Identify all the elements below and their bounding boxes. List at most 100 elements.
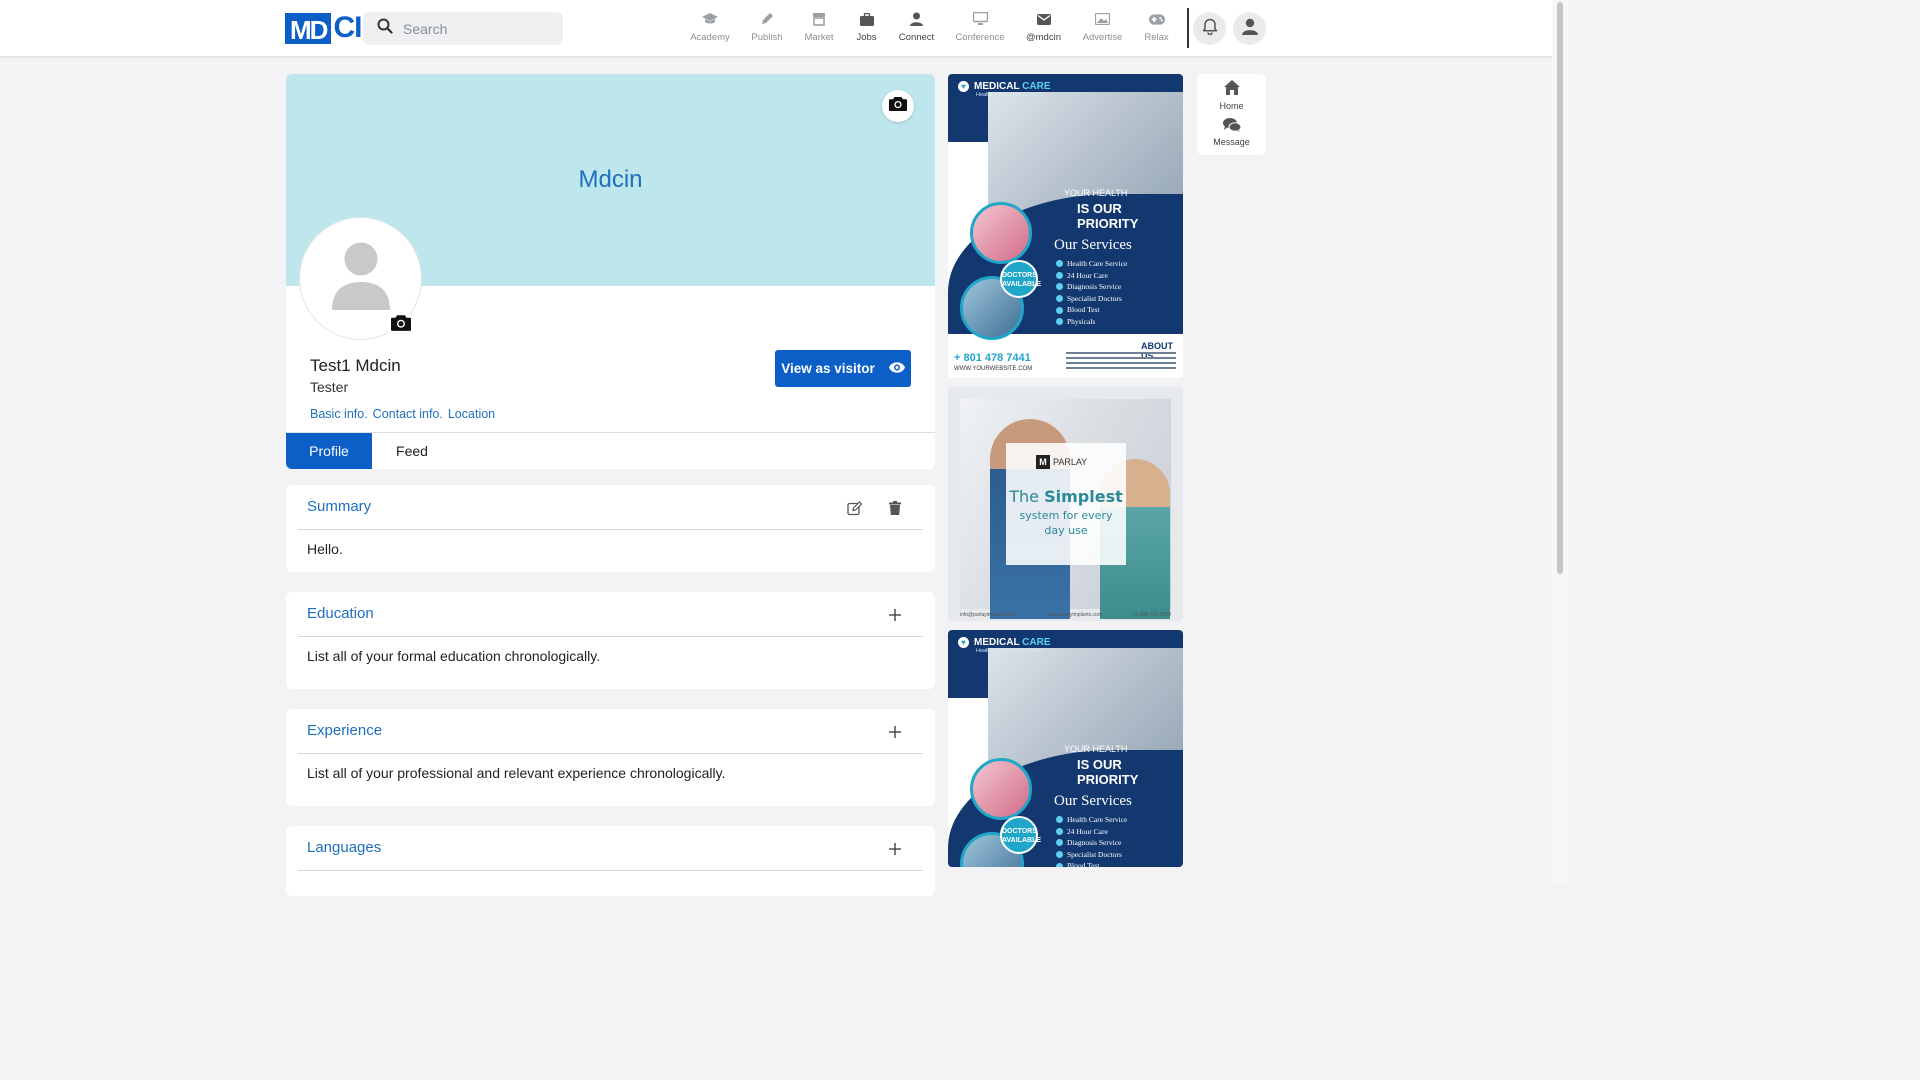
search-icon [377, 18, 393, 39]
profile-name: Test1 Mdcin [310, 356, 401, 375]
briefcase-icon [859, 11, 875, 27]
main-nav: Academy Publish Market Jobs Connect Conf… [680, 11, 1179, 47]
ad-headline: The Simplest [1009, 487, 1123, 506]
check-icon [1056, 306, 1063, 314]
change-cover-button[interactable] [882, 90, 914, 122]
ad-services-title: Our Services [1054, 237, 1132, 253]
ad-subheadline: system for every day use [1019, 509, 1113, 537]
education-text: List all of your formal education chrono… [307, 648, 601, 664]
nav-label: Advertise [1082, 32, 1123, 43]
home-label: Home [1219, 101, 1244, 111]
profile-role: Tester [310, 379, 349, 395]
view-as-visitor-button[interactable]: View as visitor [775, 350, 911, 387]
ad-brand-2: CARE [1022, 81, 1051, 92]
nav-relax[interactable]: Relax [1134, 11, 1179, 47]
gamepad-icon [1148, 11, 1165, 27]
tab-profile[interactable]: Profile [286, 433, 372, 469]
list-item: Diagnosis Service [1056, 281, 1127, 293]
nav-label: Jobs [856, 32, 877, 43]
languages-section: Languages [286, 826, 935, 896]
default-user-icon [331, 242, 390, 315]
list-item: Specialist Doctors [1056, 849, 1127, 861]
profile-header-card: Mdcin Test1 Mdcin Tester Basic info. Con… [286, 74, 935, 469]
nav-label: Market [804, 32, 834, 43]
list-item: Physicals [1056, 316, 1127, 328]
image-icon [1095, 11, 1111, 27]
pencil-icon [759, 11, 775, 27]
education-header: Education [298, 592, 923, 637]
contact-info-link[interactable]: Contact info. [373, 407, 443, 421]
home-icon [1223, 80, 1240, 97]
parlay-dental-ad[interactable]: M PARLAY The Simplest system for every day… [948, 387, 1183, 621]
nav-market[interactable]: Market [794, 11, 844, 47]
ad-fine-print [1066, 352, 1176, 372]
nav-conference[interactable]: Conference [944, 11, 1016, 47]
doctors-available-badge: DOCTORS AVAILABLE [1000, 816, 1041, 854]
monitor-icon [972, 11, 988, 27]
heart-icon: ♥ [958, 81, 969, 92]
user-avatar-icon [1241, 18, 1258, 40]
nav-label: Connect [898, 32, 935, 43]
ad-footer: info@parlayimplants.com www.parlayimplant… [960, 612, 1171, 618]
nav-mdcin-mail[interactable]: @mdcin [1016, 11, 1071, 47]
nav-connect[interactable]: Connect [889, 11, 944, 47]
edit-summary-button[interactable] [844, 498, 864, 518]
list-item: 24 Hour Care [1056, 270, 1127, 282]
add-language-button[interactable] [885, 839, 905, 859]
medical-care-ad[interactable]: ♥ MEDICAL CARE Health & Wellness Support… [948, 74, 1183, 378]
chat-bubbles-icon [1222, 118, 1241, 134]
account-button[interactable] [1233, 12, 1266, 45]
nav-label: Academy [690, 32, 730, 43]
home-link[interactable]: Home [1197, 80, 1266, 111]
cover-title: Mdcin [578, 166, 643, 193]
ad-website: WWW.YOURWEBSITE.COM [954, 366, 1033, 372]
add-experience-button[interactable] [885, 722, 905, 742]
ad-brand-sub: Health & Wellness Support [976, 648, 1042, 654]
nav-label: Publish [751, 32, 783, 43]
ad-services-list: Health Care Service 24 Hour Care Diagnos… [1056, 258, 1127, 328]
check-icon [1056, 318, 1063, 326]
message-link[interactable]: Message [1197, 118, 1266, 147]
profile-tabs: Profile Feed [286, 432, 935, 469]
check-icon [1056, 283, 1063, 291]
list-item: 24 Hour Care [1056, 826, 1127, 838]
tab-feed[interactable]: Feed [372, 433, 452, 469]
page-scrollbar[interactable] [1552, 0, 1568, 882]
ad-services-title: Our Services [1054, 793, 1132, 809]
ad-services-list: Health Care Service 24 Hour Care Diagnos… [1056, 814, 1127, 867]
list-item: Diagnosis Service [1056, 837, 1127, 849]
list-item: Specialist Doctors [1056, 293, 1127, 305]
education-section: Education List all of your formal educat… [286, 592, 935, 689]
nav-divider [1187, 8, 1189, 48]
list-item: Health Care Service [1056, 814, 1127, 826]
basic-info-link[interactable]: Basic info. [310, 407, 368, 421]
check-icon [1056, 862, 1063, 867]
change-avatar-button[interactable] [386, 310, 416, 340]
search-input[interactable] [403, 20, 553, 37]
plus-icon [889, 609, 901, 621]
summary-header: Summary [298, 485, 923, 530]
nav-publish[interactable]: Publish [740, 11, 794, 47]
nav-label: Conference [955, 32, 1005, 43]
summary-section: Summary Hello. [286, 485, 935, 572]
scrollbar-thumb[interactable] [1557, 2, 1563, 574]
location-link[interactable]: Location [448, 407, 495, 421]
delete-summary-button[interactable] [885, 498, 905, 518]
ad-brand-sub: Health & Wellness Support [976, 92, 1042, 98]
add-education-button[interactable] [885, 605, 905, 625]
nav-jobs[interactable]: Jobs [844, 11, 889, 47]
medical-care-ad-2[interactable]: ♥ MEDICAL CARE Health & Wellness Support… [948, 630, 1183, 867]
search-box[interactable] [363, 12, 563, 45]
notifications-button[interactable] [1193, 12, 1226, 45]
summary-text: Hello. [307, 541, 343, 557]
plus-icon [889, 843, 901, 855]
nav-academy[interactable]: Academy [680, 11, 740, 47]
top-navigation-bar: MD CIN Academy Publish Market Jobs Conne… [0, 0, 1552, 57]
list-item: Health Care Service [1056, 258, 1127, 270]
view-as-visitor-label: View as visitor [781, 361, 875, 376]
profile-info-links: Basic info. Contact info. Location [310, 407, 495, 421]
check-icon [1056, 295, 1063, 303]
nav-advertise[interactable]: Advertise [1071, 11, 1134, 47]
check-icon [1056, 827, 1063, 835]
heart-icon: ♥ [958, 637, 969, 648]
